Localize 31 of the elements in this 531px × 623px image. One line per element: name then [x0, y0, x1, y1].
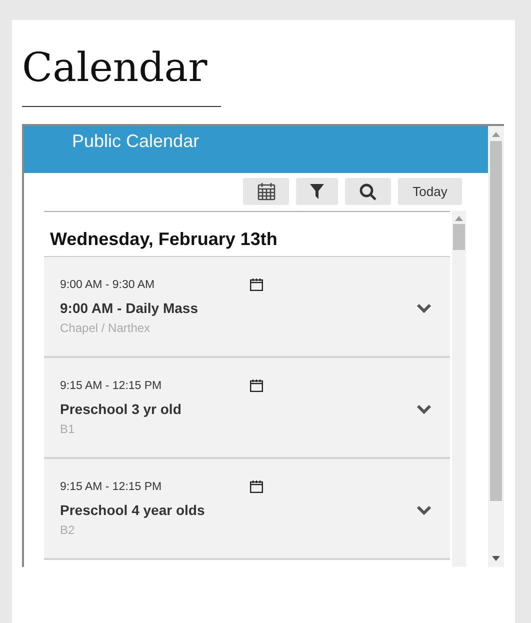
event-title: Preschool 4 year olds	[60, 501, 206, 520]
event-location: B1	[60, 421, 76, 438]
event-title: 9:00 AM - Daily Mass	[60, 299, 199, 318]
event-item[interactable]: 9:15 AM - 12:15 PM Preschool 3 yr old B1	[44, 358, 450, 459]
event-time: 9:15 AM - 12:15 PM	[60, 480, 163, 495]
scrollbar-thumb[interactable]	[453, 224, 465, 250]
event-time: 9:15 AM - 12:15 PM	[60, 379, 163, 394]
page-title: Calendar	[22, 44, 208, 93]
header-title: Public Calendar	[72, 131, 200, 151]
filter-button[interactable]	[296, 178, 338, 206]
scroll-down-icon[interactable]	[492, 556, 500, 561]
today-button[interactable]: Today	[398, 178, 462, 206]
search-icon	[359, 182, 377, 201]
calendar-icon	[256, 182, 276, 202]
search-button[interactable]	[345, 178, 391, 206]
filter-icon	[310, 184, 324, 200]
event-title: Preschool 3 yr old	[60, 400, 182, 420]
event-location: B2	[60, 522, 76, 540]
event-time: 9:00 AM - 9:30 AM	[60, 278, 156, 293]
event-item[interactable]: 9:00 AM - 9:30 AM 9:00 AM - Daily Mass Chapel / Narthex	[44, 257, 450, 358]
calendar-button[interactable]	[243, 178, 289, 206]
event-location: Chapel / Narthex	[60, 320, 152, 338]
calendar-icon[interactable]	[250, 278, 263, 291]
calendar-icon[interactable]	[250, 379, 263, 392]
calendar-icon[interactable]	[250, 480, 263, 493]
chevron-icon[interactable]	[416, 505, 432, 515]
day-heading: Wednesday, February 13th	[44, 211, 450, 257]
scrollbar-thumb[interactable]	[490, 141, 502, 501]
event-item[interactable]: 9:15 AM - 12:15 PM Preschool 4 year olds B2	[44, 459, 450, 560]
chevron-icon[interactable]	[416, 404, 432, 414]
chevron-icon[interactable]	[416, 303, 432, 313]
